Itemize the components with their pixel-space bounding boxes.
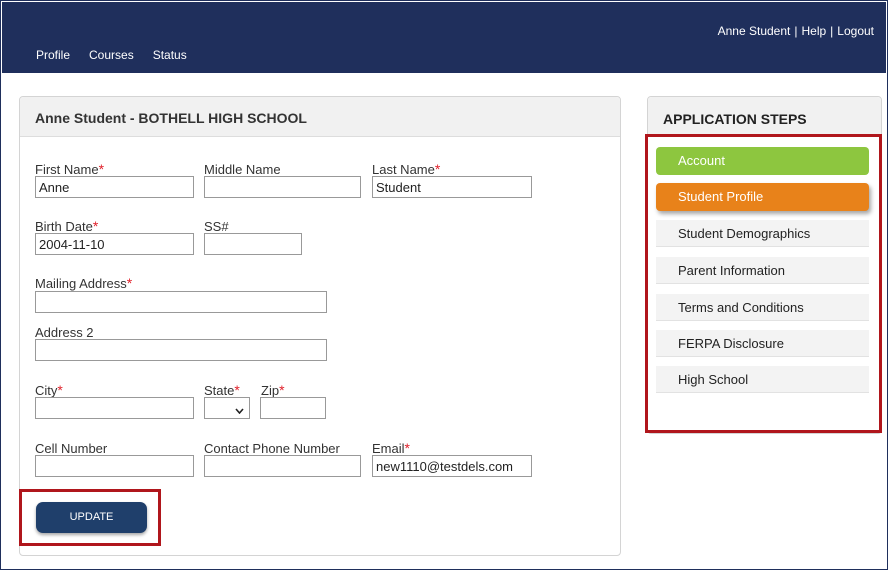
middle-name-field[interactable] — [204, 176, 361, 198]
panel-title: Anne Student - BOTHELL HIGH SCHOOL — [35, 110, 307, 126]
help-link[interactable]: Help — [801, 24, 826, 38]
nav-profile[interactable]: Profile — [36, 48, 70, 62]
main-nav: Profile Courses Status — [36, 48, 187, 62]
update-highlight-box — [19, 489, 161, 546]
required-asterisk: * — [126, 275, 133, 291]
user-links: Anne Student | Help | Logout — [718, 24, 874, 38]
required-asterisk: * — [404, 440, 410, 456]
required-asterisk: * — [57, 382, 63, 398]
city-field[interactable] — [35, 397, 194, 419]
separator: | — [794, 24, 798, 38]
required-asterisk: * — [98, 161, 105, 177]
email-field[interactable]: new1110@testdels.com — [372, 455, 532, 477]
panel-header: Anne Student - BOTHELL HIGH SCHOOL — [20, 97, 620, 137]
required-asterisk: * — [92, 218, 99, 234]
steps-highlight-box — [645, 134, 882, 433]
required-asterisk: * — [279, 382, 285, 398]
required-asterisk: * — [234, 382, 240, 398]
profile-form-panel: Anne Student - BOTHELL HIGH SCHOOL — [19, 96, 621, 556]
user-name-link[interactable]: Anne Student — [718, 24, 791, 38]
logout-link[interactable]: Logout — [837, 24, 874, 38]
state-select[interactable] — [204, 397, 250, 419]
ssn-field[interactable] — [204, 233, 302, 255]
chevron-down-icon — [235, 401, 244, 423]
required-asterisk: * — [434, 161, 441, 177]
nav-courses[interactable]: Courses — [89, 48, 134, 62]
birth-date-field[interactable]: 2004-11-10 — [35, 233, 194, 255]
steps-header: APPLICATION STEPS — [648, 97, 881, 136]
top-nav-bar: Anne Student | Help | Logout Profile Courses… — [2, 2, 886, 73]
contact-phone-field[interactable] — [204, 455, 361, 477]
mailing-address-field[interactable] — [35, 291, 327, 313]
steps-title: APPLICATION STEPS — [663, 111, 807, 127]
address2-field[interactable] — [35, 339, 327, 361]
last-name-field[interactable]: Student — [372, 176, 532, 198]
first-name-field[interactable]: Anne — [35, 176, 194, 198]
zip-field[interactable] — [260, 397, 326, 419]
separator: | — [830, 24, 834, 38]
nav-status[interactable]: Status — [153, 48, 187, 62]
cell-number-field[interactable] — [35, 455, 194, 477]
